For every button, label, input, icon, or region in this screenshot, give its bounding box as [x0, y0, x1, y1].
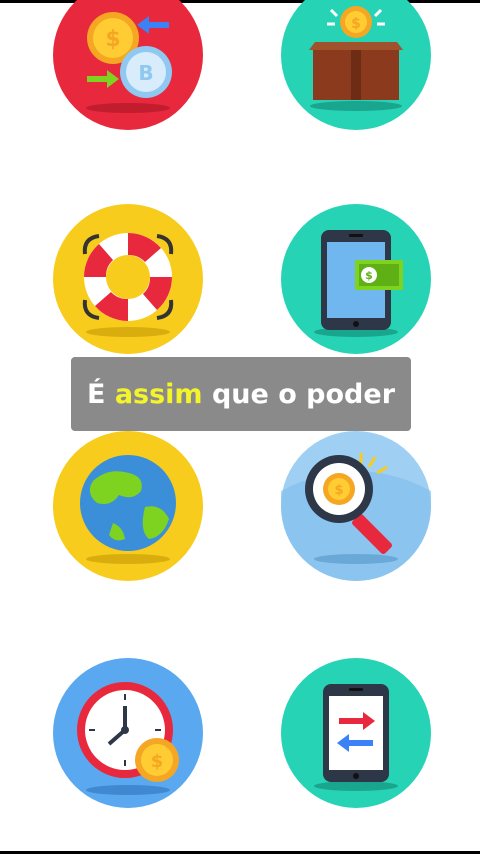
- svg-text:$: $: [151, 751, 164, 772]
- caption-part1: É: [86, 378, 115, 410]
- svg-text:$: $: [334, 483, 343, 498]
- svg-text:$: $: [351, 16, 361, 32]
- svg-text:B: B: [138, 61, 153, 85]
- clock-coin-icon: $: [53, 658, 203, 808]
- svg-text:$: $: [365, 269, 373, 282]
- subtitle-caption-box: É assim que o poder: [71, 357, 411, 431]
- crypto-exchange-icon: $ B: [53, 0, 203, 130]
- mobile-payment-icon: $: [281, 204, 431, 354]
- money-box-icon: $: [281, 0, 431, 130]
- caption-highlight-word: assim: [114, 378, 203, 410]
- caption-part2: que o poder: [202, 378, 396, 410]
- subtitle-caption-text: É assim que o poder: [87, 379, 395, 410]
- globe-icon: [53, 431, 203, 581]
- lifebuoy-icon: [53, 204, 203, 354]
- svg-text:$: $: [105, 27, 120, 52]
- mobile-transfer-icon: [281, 658, 431, 808]
- coin-search-icon: $: [281, 431, 431, 581]
